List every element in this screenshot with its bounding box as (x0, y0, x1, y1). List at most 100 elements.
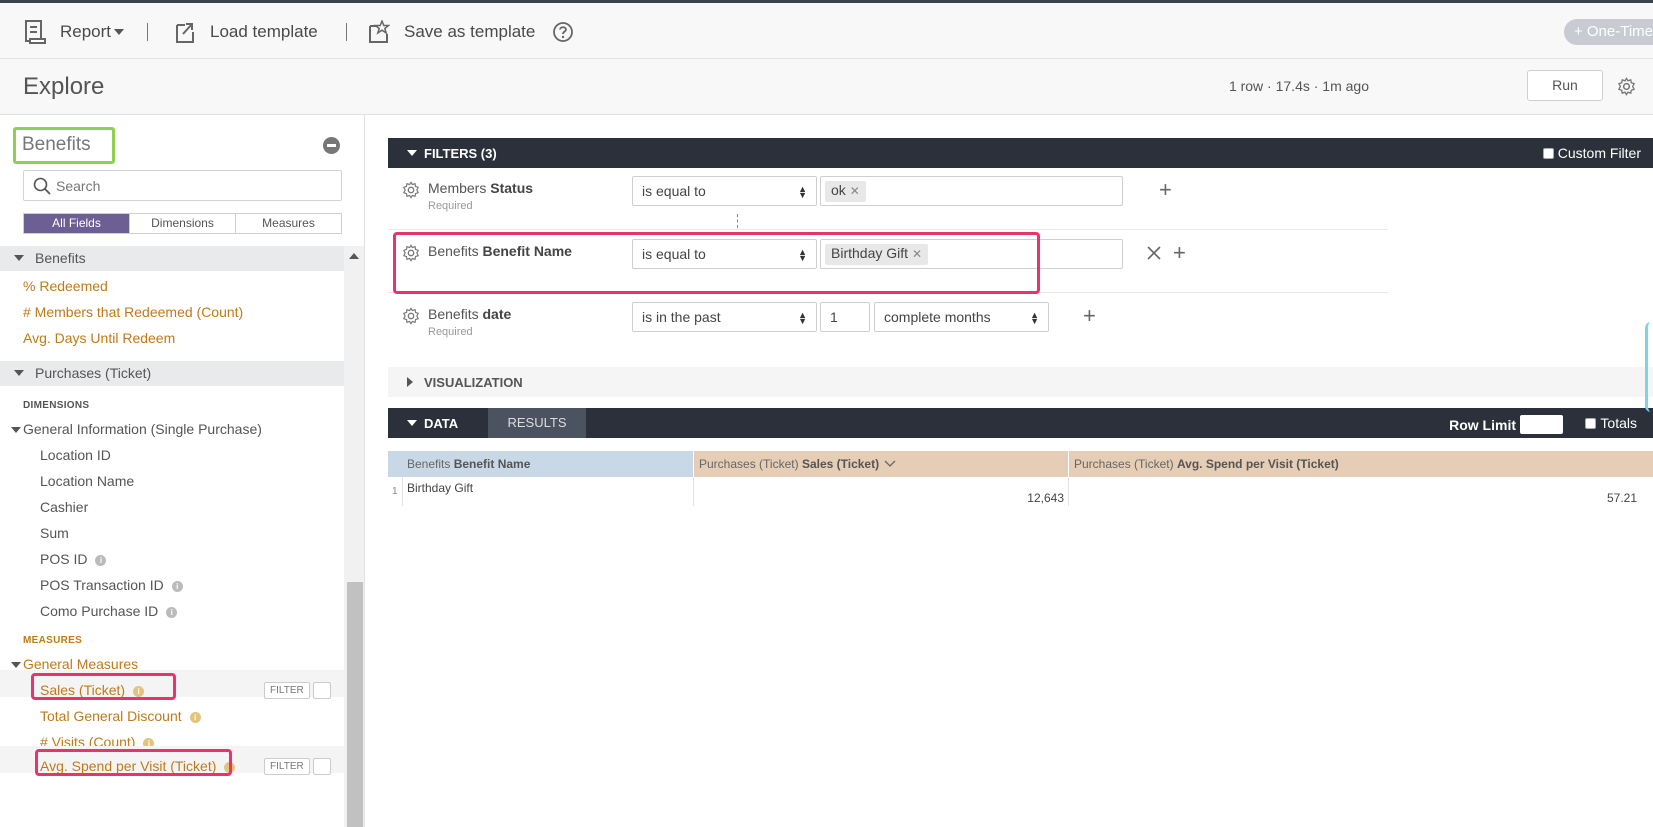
sort-descending-icon[interactable] (884, 460, 896, 468)
scrollbar-thumb[interactable] (347, 582, 363, 827)
filter-by-field-button[interactable]: FILTER (264, 682, 310, 699)
help-button[interactable] (552, 21, 588, 43)
column-header-avg-spend[interactable]: Purchases (Ticket) Avg. Spend per Visit … (1069, 451, 1653, 477)
field-settings-icon[interactable] (313, 758, 331, 775)
column-header-sales[interactable]: Purchases (Ticket) Sales (Ticket) (694, 451, 1068, 477)
info-icon[interactable]: i (166, 607, 178, 618)
report-icon (25, 20, 46, 44)
dimension-group[interactable]: General Information (Single Purchase) (11, 421, 262, 437)
field-total-general-discount[interactable]: Total General Discount i (40, 708, 201, 724)
caret-down-icon (407, 150, 417, 156)
cell-sales: 12,643 (1027, 491, 1064, 505)
gear-icon[interactable] (1617, 77, 1636, 96)
annotation-highlight (393, 232, 1040, 294)
filter-field: date (482, 306, 512, 322)
row-limit-input[interactable] (1520, 415, 1563, 434)
field-label: Como Purchase ID (40, 603, 159, 619)
custom-filter-toggle[interactable]: Custom Filter (1542, 145, 1641, 161)
side-panel-handle[interactable] (1645, 322, 1653, 412)
run-button[interactable]: Run (1527, 70, 1603, 101)
add-filter-icon[interactable]: + (1173, 242, 1186, 264)
add-filter-icon[interactable]: + (1159, 179, 1172, 201)
field-sum[interactable]: Sum (40, 525, 69, 541)
unit-value: complete months (884, 309, 991, 325)
row-limit: Row Limit (1449, 415, 1563, 434)
field-label: POS ID (40, 551, 88, 567)
toolbar-divider (346, 23, 347, 41)
field-settings-icon[interactable] (313, 682, 331, 699)
filters-section-header[interactable]: FILTERS (3) Custom Filter (388, 138, 1653, 168)
field-percent-redeemed[interactable]: % Redeemed (23, 278, 108, 294)
field-pos-id[interactable]: POS ID i (40, 551, 107, 567)
unit-select[interactable]: complete months ▲ ▼ (874, 302, 1049, 332)
column-view: Benefits (407, 457, 451, 471)
operator-select[interactable]: is equal to ▲ ▼ (632, 176, 817, 206)
field-location-id[interactable]: Location ID (40, 447, 111, 463)
totals-checkbox[interactable] (1585, 417, 1597, 429)
remove-filter-icon[interactable] (1147, 246, 1161, 260)
results-tab[interactable]: RESULTS (488, 408, 586, 438)
search-icon (33, 177, 51, 195)
field-search[interactable] (23, 170, 342, 201)
info-icon[interactable]: i (95, 555, 107, 566)
field-label: Total General Discount (40, 708, 182, 724)
explore-name: Benefits (13, 127, 115, 164)
select-arrows-icon: ▲ ▼ (1030, 310, 1039, 326)
remove-tag-icon[interactable]: ✕ (850, 184, 860, 198)
custom-filter-checkbox[interactable] (1542, 147, 1554, 159)
scroll-up-arrow-icon[interactable] (349, 253, 359, 259)
cell-avg-spend: 57.21 (1606, 491, 1637, 505)
data-tab[interactable]: DATA (424, 416, 458, 431)
filter-view: Benefits (428, 306, 479, 322)
field-members-redeemed[interactable]: # Members that Redeemed (Count) (23, 304, 243, 320)
report-menu[interactable]: Report (24, 20, 125, 44)
field-como-purchase-id[interactable]: Como Purchase ID i (40, 603, 178, 619)
totals-toggle[interactable]: Totals (1585, 415, 1637, 431)
visualization-section-header[interactable]: VISUALIZATION (388, 367, 1653, 397)
filter-row-members-status: Members Status Required is equal to ▲ ▼ ok… (388, 168, 1388, 230)
field-label: POS Transaction ID (40, 577, 164, 593)
load-template-label: Load template (210, 22, 318, 41)
caret-down-icon (114, 29, 125, 35)
gear-icon[interactable] (402, 307, 420, 325)
info-icon[interactable]: i (189, 712, 201, 723)
annotation-highlight (31, 673, 176, 700)
filter-by-field-button[interactable]: FILTER (264, 758, 310, 775)
visualization-label: VISUALIZATION (424, 375, 523, 390)
save-template-label: Save as template (404, 22, 536, 41)
filters-label: FILTERS (3) (424, 146, 497, 161)
tab-all-fields[interactable]: All Fields (24, 214, 129, 233)
row-number: 1 (392, 486, 398, 497)
add-filter-icon[interactable]: + (1083, 305, 1096, 327)
view-group-benefits[interactable]: Benefits (0, 246, 344, 271)
field-cashier[interactable]: Cashier (40, 499, 88, 515)
operator-value: is in the past (642, 309, 721, 325)
totals-label: Totals (1600, 415, 1637, 431)
operator-select[interactable]: is in the past ▲ ▼ (632, 302, 817, 332)
value-tag: ok ✕ (825, 181, 866, 202)
field-avg-days[interactable]: Avg. Days Until Redeem (23, 330, 175, 346)
info-icon[interactable]: i (171, 581, 183, 592)
collapse-icon[interactable] (323, 137, 340, 154)
number-input[interactable]: 1 (820, 302, 870, 332)
field-location-name[interactable]: Location Name (40, 473, 134, 489)
one-time-button[interactable]: + One-Time (1563, 19, 1653, 45)
column-header-benefit-name[interactable]: Benefits Benefit Name (402, 451, 693, 477)
tab-measures[interactable]: Measures (235, 214, 341, 233)
custom-filter-label: Custom Filter (1557, 145, 1641, 161)
load-template-icon (176, 23, 194, 43)
row-limit-label: Row Limit (1449, 416, 1516, 433)
filter-value-input[interactable]: ok ✕ (820, 176, 1123, 206)
top-toolbar: Report Load template Save as template + … (0, 0, 1653, 59)
load-template-button[interactable]: Load template (174, 20, 318, 44)
gear-icon[interactable] (402, 181, 420, 199)
view-group-purchases[interactable]: Purchases (Ticket) (0, 361, 344, 386)
tab-dimensions[interactable]: Dimensions (129, 214, 235, 233)
drag-guide-line (737, 214, 738, 228)
save-template-button[interactable]: Save as template (368, 20, 535, 44)
field-pos-transaction-id[interactable]: POS Transaction ID i (40, 577, 183, 593)
operator-value: is equal to (642, 183, 706, 199)
report-label: Report (60, 22, 112, 41)
search-input[interactable] (56, 175, 326, 197)
toolbar-divider (147, 23, 148, 41)
